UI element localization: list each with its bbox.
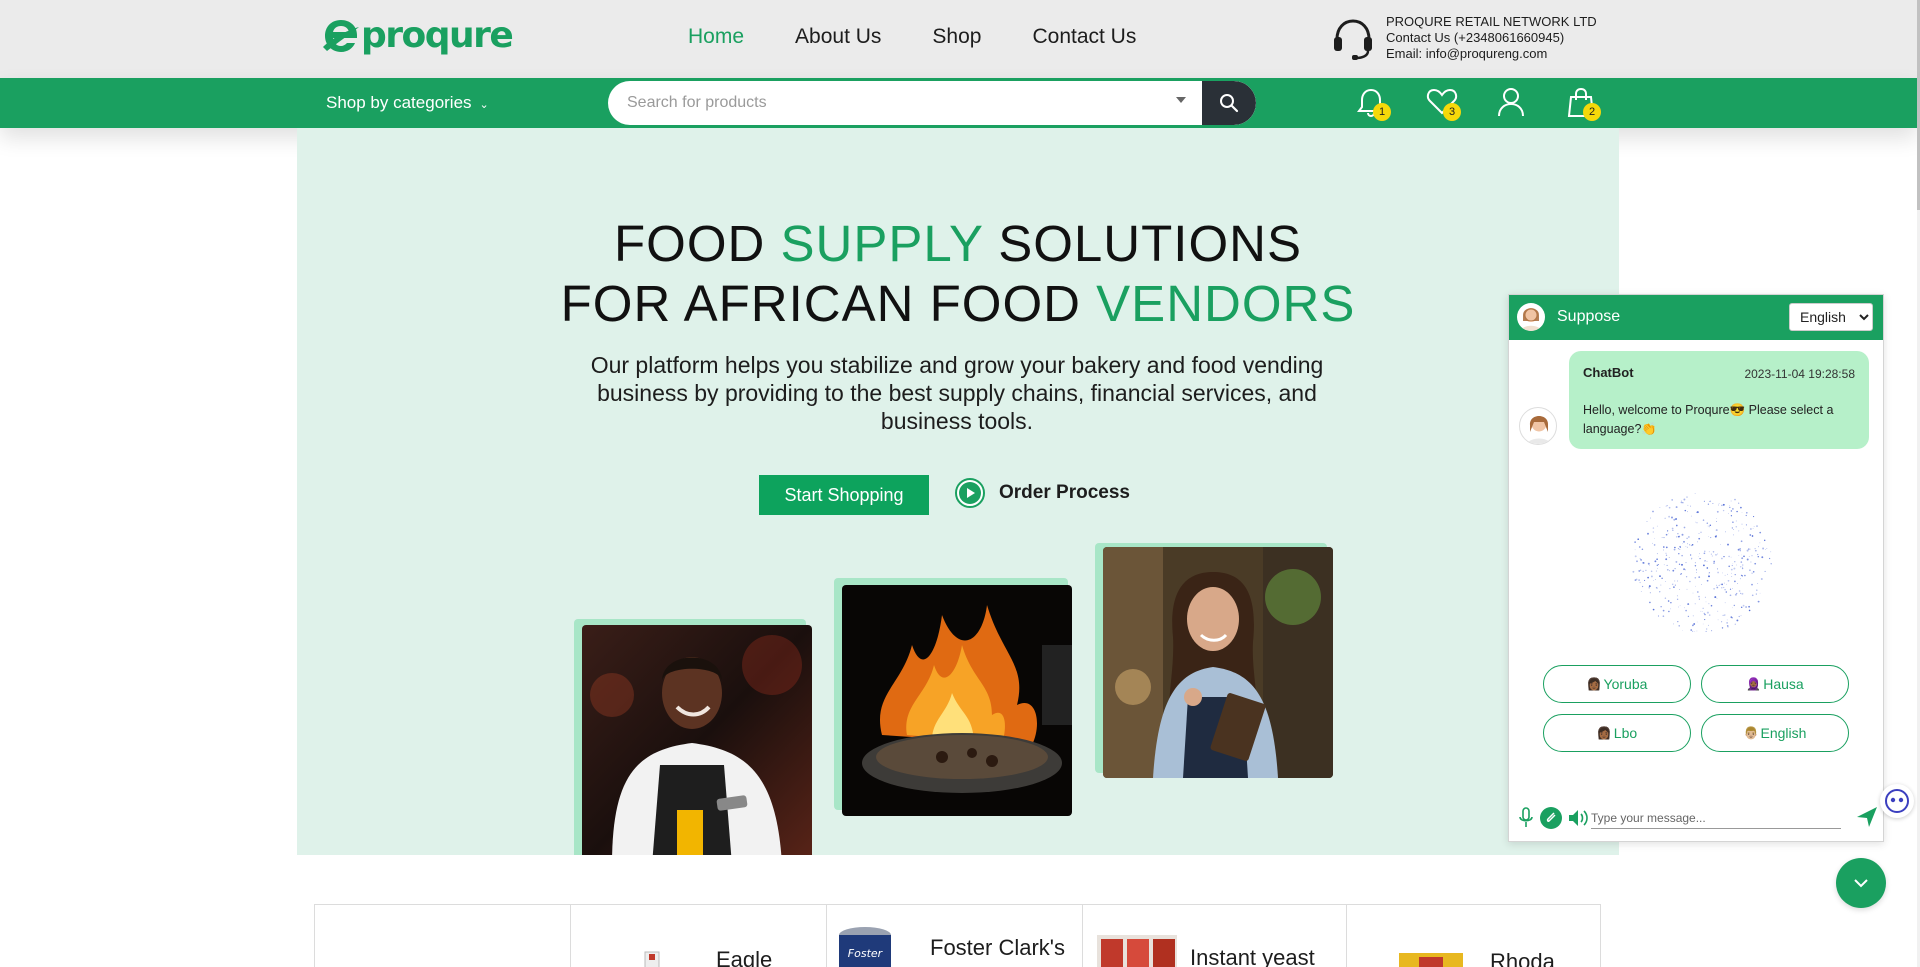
attachment-icon[interactable] <box>1539 806 1563 830</box>
search-dropdown-caret-icon[interactable] <box>1176 97 1186 103</box>
product-card[interactable]: Eagle <box>570 905 826 967</box>
language-label: Hausa <box>1763 676 1804 692</box>
language-emoji: 👨🏼 <box>1743 726 1759 740</box>
cart-count-badge: 2 <box>1583 103 1601 121</box>
message-timestamp: 2023-11-04 19:28:58 <box>1744 367 1855 381</box>
product-thumbnail: Foster <box>839 927 891 967</box>
logo-text: proqure <box>361 15 514 56</box>
order-process-link[interactable]: Order Process <box>955 478 1130 508</box>
chat-header: Suppose English <box>1509 295 1883 340</box>
robot-icon <box>1885 789 1909 813</box>
language-label: English <box>1760 725 1807 741</box>
company-name: PROQURE RETAIL NETWORK LTD <box>1386 14 1597 29</box>
product-card[interactable]: Rhoda <box>1346 905 1602 967</box>
categories-label: Shop by categories <box>326 93 472 112</box>
contact-email[interactable]: Email: info@proqureng.com <box>1386 46 1597 62</box>
voice-visualizer-sphere <box>1632 493 1772 632</box>
wishlist-button[interactable]: 3 <box>1426 86 1462 122</box>
logo[interactable]: proqure <box>323 15 514 56</box>
chef-woman-photo <box>582 625 812 855</box>
play-icon <box>955 478 985 508</box>
product-card[interactable]: Foster Foster Clark's <box>826 905 1082 967</box>
top-header: proqure Home About Us Shop Contact Us PR… <box>0 0 1917 78</box>
bot-avatar <box>1517 303 1545 331</box>
logo-mark-icon <box>323 20 359 52</box>
account-button[interactable] <box>1496 86 1532 122</box>
flambe-pan-photo <box>842 585 1072 816</box>
contact-info: PROQURE RETAIL NETWORK LTD Contact Us (+… <box>1330 14 1597 62</box>
nav-shop[interactable]: Shop <box>932 24 981 50</box>
language-emoji: 👩🏾 <box>1596 726 1612 740</box>
hero-section: FOOD SUPPLY SOLUTIONS FOR AFRICAN FOOD V… <box>297 128 1619 855</box>
message-text: Hello, welcome to Proqure😎 Please select… <box>1583 403 1834 436</box>
microphone-icon[interactable] <box>1519 807 1533 829</box>
wishlist-count-badge: 3 <box>1443 103 1461 121</box>
main-nav: Home About Us Shop Contact Us <box>688 24 1187 50</box>
vendor-woman-photo <box>1103 547 1333 778</box>
language-label: Lbo <box>1613 725 1638 741</box>
hero-title-part: FOOD <box>614 215 781 272</box>
header-icons: 1 3 2 <box>1356 86 1636 122</box>
start-shopping-button[interactable]: Start Shopping <box>759 475 929 515</box>
language-english-button[interactable]: 👨🏼 English <box>1701 714 1849 752</box>
hero-title-part: SOLUTIONS <box>983 215 1302 272</box>
category-search-bar: Shop by categories ⌄ 1 3 <box>0 78 1917 128</box>
product-title: Eagle <box>716 947 773 967</box>
language-hausa-button[interactable]: 🧕🏾 Hausa <box>1701 665 1849 703</box>
language-yoruba-button[interactable]: 👩🏾 Yoruba <box>1543 665 1691 703</box>
nav-contact-us[interactable]: Contact Us <box>1032 24 1136 50</box>
nav-home[interactable]: Home <box>688 24 744 50</box>
search-input[interactable] <box>608 81 1168 125</box>
hero-description: Our platform helps you stabilize and gro… <box>590 352 1324 434</box>
featured-products-strip: Eagle Foster Foster Clark's Instant yeas… <box>314 904 1601 967</box>
notifications-button[interactable]: 1 <box>1356 86 1392 122</box>
search-button[interactable] <box>1202 81 1256 125</box>
send-icon[interactable] <box>1855 805 1879 829</box>
chat-message-bubble: ChatBot 2023-11-04 19:28:58 Hello, welco… <box>1569 351 1869 449</box>
chat-title: Suppose <box>1557 308 1621 325</box>
language-emoji: 🧕🏾 <box>1746 677 1762 691</box>
svg-text:Foster: Foster <box>848 947 884 960</box>
product-title: Instant yeast <box>1190 945 1315 967</box>
nav-about-us[interactable]: About Us <box>795 24 881 50</box>
hero-title: FOOD SUPPLY SOLUTIONS FOR AFRICAN FOOD V… <box>297 214 1619 334</box>
chatbot-avatar <box>1519 407 1557 445</box>
chevron-down-icon <box>1854 879 1868 888</box>
scroll-down-button[interactable] <box>1836 858 1886 908</box>
contact-phone[interactable]: Contact Us (+2348061660945) <box>1386 30 1597 46</box>
product-title: Rhoda <box>1490 949 1555 967</box>
language-emoji: 👩🏾 <box>1586 677 1602 691</box>
hero-title-part: FOR AFRICAN FOOD <box>560 275 1097 332</box>
headset-icon <box>1334 19 1372 60</box>
chat-message-input[interactable] <box>1591 807 1841 829</box>
shop-by-categories-dropdown[interactable]: Shop by categories ⌄ <box>326 93 489 113</box>
speaker-icon[interactable] <box>1567 807 1589 829</box>
product-card[interactable]: Instant yeast <box>1082 905 1346 967</box>
notifications-count-badge: 1 <box>1373 103 1391 121</box>
product-thumbnail <box>1399 953 1463 967</box>
search-icon <box>1220 94 1239 113</box>
cart-button[interactable]: 2 <box>1566 86 1602 122</box>
chatbot-toggle-button[interactable] <box>1880 784 1914 818</box>
product-thumbnail <box>1097 935 1177 967</box>
order-process-label: Order Process <box>999 482 1130 503</box>
product-title: Foster Clark's <box>930 935 1065 960</box>
hero-title-highlight: SUPPLY <box>780 215 984 272</box>
chevron-down-icon: ⌄ <box>479 99 489 111</box>
chat-language-select[interactable]: English <box>1789 303 1873 331</box>
user-icon <box>1498 88 1524 117</box>
hero-title-highlight: VENDORS <box>1096 275 1356 332</box>
product-thumbnail <box>644 951 660 967</box>
language-igbo-button[interactable]: 👩🏾 Lbo <box>1543 714 1691 752</box>
search-bar <box>608 81 1256 125</box>
message-sender: ChatBot <box>1583 365 1634 380</box>
language-label: Yoruba <box>1603 676 1648 692</box>
chatbot-panel: Suppose English ChatBot 2023-11-04 19:28… <box>1508 294 1884 842</box>
